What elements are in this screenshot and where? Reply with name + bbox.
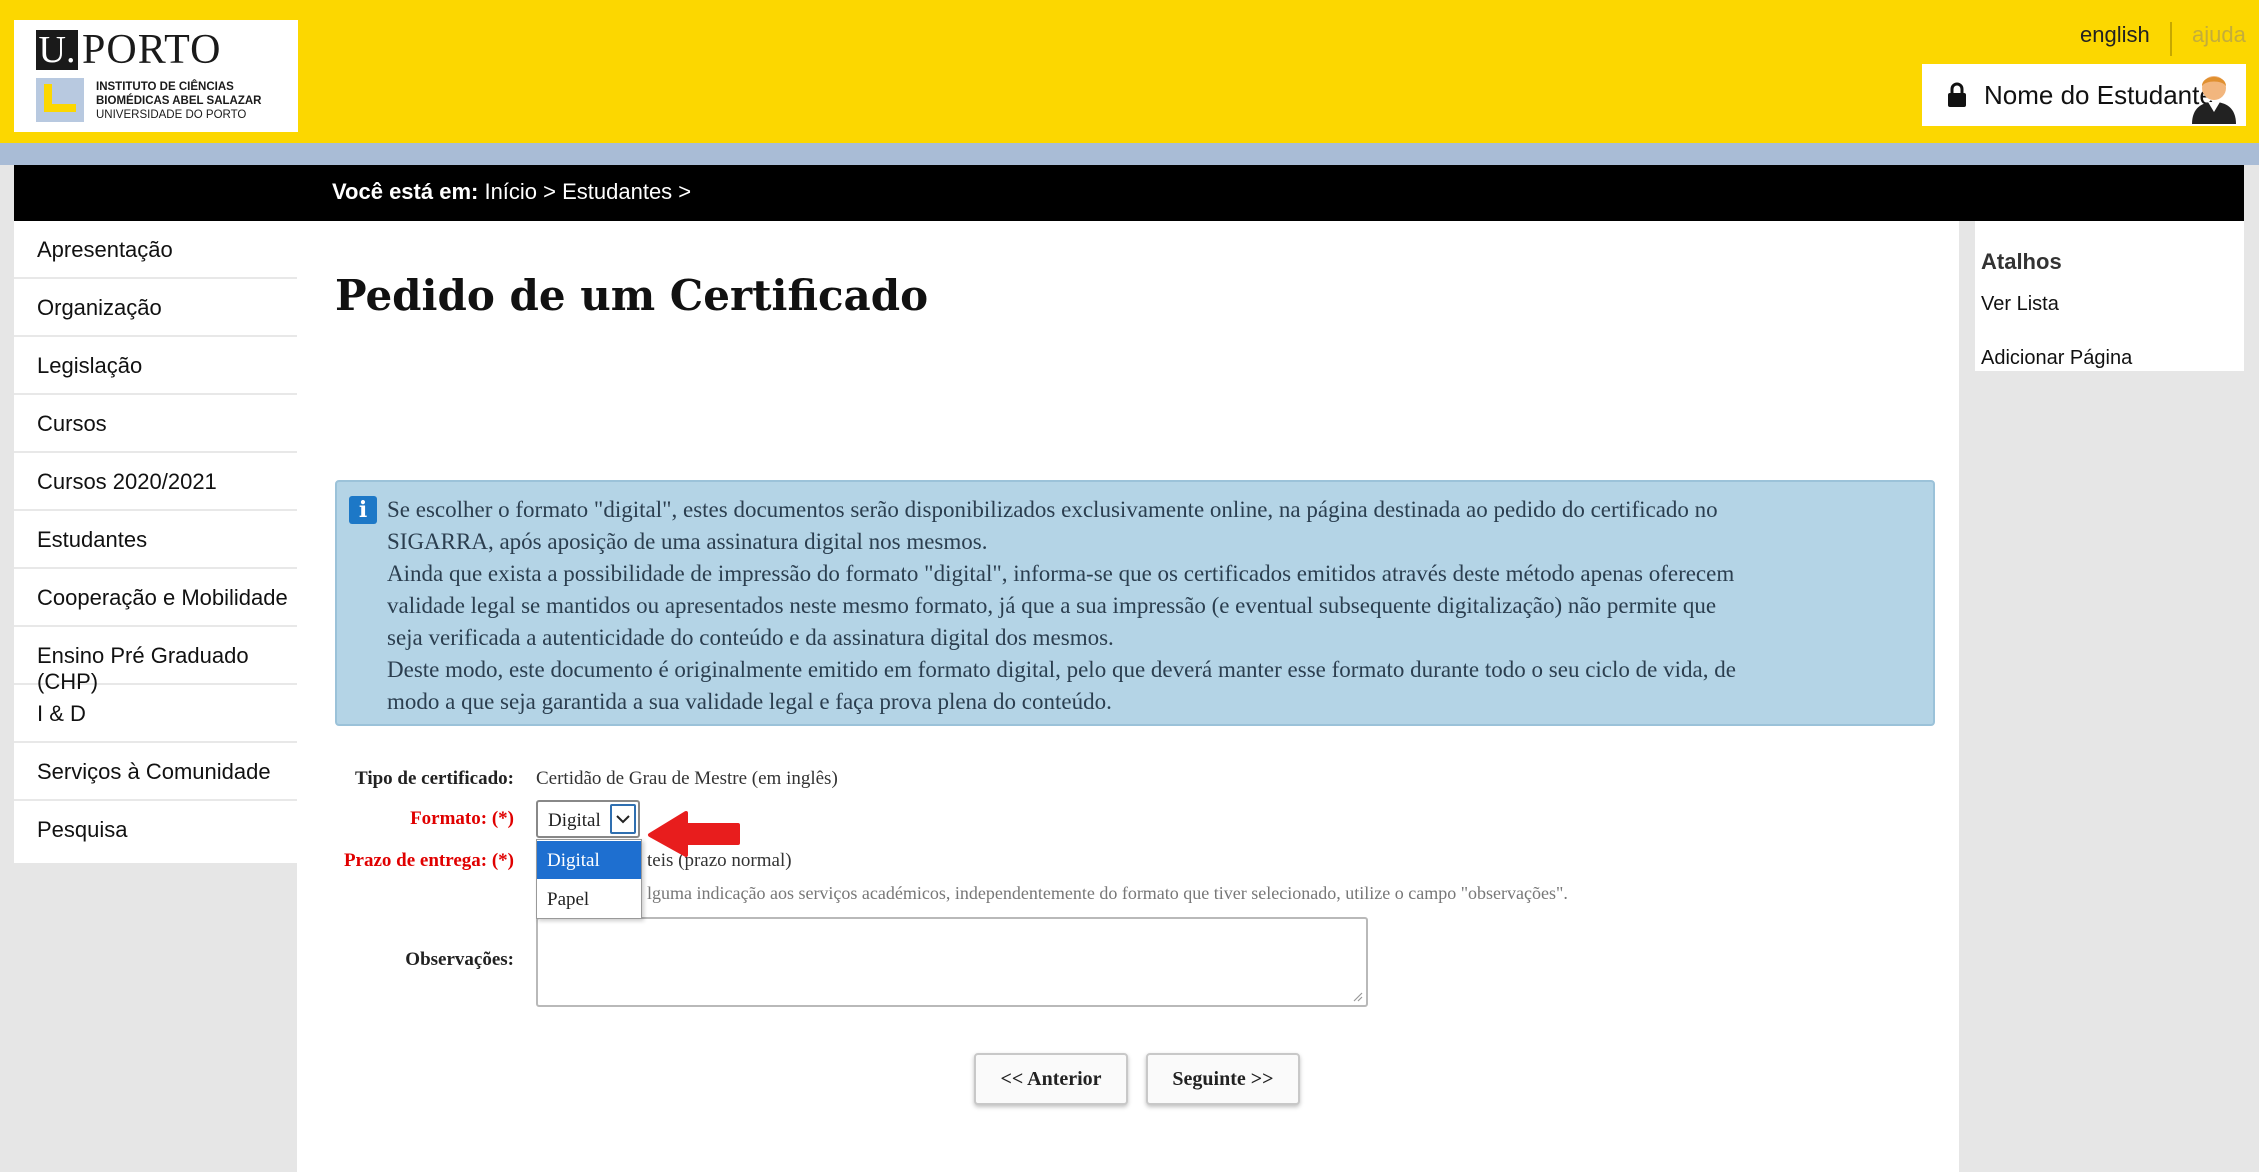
sidebar-menu: Apresentação Organização Legislação Curs…: [14, 221, 297, 863]
tipo-label: Tipo de certificado:: [354, 768, 514, 789]
breadcrumb-prefix: Você está em:: [332, 179, 479, 204]
info-line: seja verificada a autenticidade do conte…: [387, 625, 1114, 650]
sidebar-item-apresentacao[interactable]: Apresentação: [14, 221, 297, 279]
help-link[interactable]: ajuda: [2192, 22, 2246, 48]
resize-grip-icon[interactable]: [1351, 990, 1363, 1002]
info-line: modo a que seja garantida a sua validade…: [387, 689, 1112, 714]
header-strip: [0, 143, 2259, 165]
logo-mark-icon: [36, 78, 84, 122]
main-content: Pedido de um Certificado i Se escolher o…: [297, 221, 1959, 1172]
user-box[interactable]: Nome do Estudante: [1922, 64, 2246, 126]
breadcrumb-text: Você está em: Início > Estudantes >: [332, 179, 691, 205]
tipo-value: Certidão de Grau de Mestre (em inglês): [536, 768, 838, 789]
breadcrumb: Você está em: Início > Estudantes >: [14, 165, 2244, 221]
breadcrumb-path[interactable]: Início > Estudantes >: [478, 179, 691, 204]
info-line: Ainda que exista a possibilidade de impr…: [387, 561, 1735, 586]
shortcuts-heading: Atalhos: [1981, 249, 2062, 274]
english-link[interactable]: english: [2080, 22, 2150, 48]
sidebar-item-cooperacao[interactable]: Cooperação e Mobilidade: [14, 569, 297, 627]
formato-selected-value: Digital: [548, 810, 601, 831]
obs-label: Observações:: [405, 949, 514, 970]
sidebar-item-legislacao[interactable]: Legislação: [14, 337, 297, 395]
shortcuts-panel: Atalhos Ver Lista Adicionar Página: [1975, 221, 2244, 371]
logo-institute-line2: BIOMÉDICAS ABEL SALAZAR: [96, 95, 262, 107]
observacoes-textarea[interactable]: [536, 917, 1368, 1007]
sidebar-item-estudantes[interactable]: Estudantes: [14, 511, 297, 569]
sidebar-item-ensino-pre-graduado[interactable]: Ensino Pré Graduado (CHP): [14, 627, 297, 694]
prazo-label: Prazo de entrega: (*): [343, 850, 514, 871]
info-box: i Se escolher o formato "digital", estes…: [335, 480, 1935, 726]
info-icon: i: [349, 496, 377, 524]
lang-divider: [2170, 22, 2172, 56]
adicionar-pagina-link[interactable]: Adicionar Página: [1981, 347, 2132, 370]
page-title: Pedido de um Certificado: [335, 271, 929, 320]
info-line: Se escolher o formato "digital", estes d…: [387, 497, 1718, 522]
dropdown-option-papel[interactable]: Papel: [537, 880, 641, 918]
chevron-down-icon[interactable]: [610, 804, 636, 834]
next-button[interactable]: Seguinte >>: [1146, 1053, 1300, 1105]
ver-lista-link[interactable]: Ver Lista: [1981, 293, 2059, 316]
info-line: validade legal se mantidos ou apresentad…: [387, 593, 1717, 618]
avatar-icon: [2192, 76, 2236, 124]
formato-dropdown[interactable]: Digital Papel: [536, 839, 642, 919]
sidebar-item-cursos[interactable]: Cursos: [14, 395, 297, 453]
logo-institute-line1: INSTITUTO DE CIÊNCIAS: [96, 81, 234, 93]
previous-button[interactable]: << Anterior: [974, 1053, 1128, 1105]
sidebar-item-organizacao[interactable]: Organização: [14, 279, 297, 337]
user-name: Nome do Estudante: [1984, 80, 2214, 110]
formato-select[interactable]: Digital: [536, 800, 640, 838]
formato-label: Formato: (*): [410, 808, 514, 829]
sidebar-item-i-d[interactable]: I & D: [14, 685, 297, 743]
sidebar-item-cursos-2020[interactable]: Cursos 2020/2021: [14, 453, 297, 511]
institution-logo[interactable]: U. PORTO INSTITUTO DE CIÊNCIAS BIOMÉDICA…: [14, 20, 298, 132]
help-text: lguma indicação aos serviços académicos,…: [647, 883, 1568, 903]
lock-icon: [1948, 82, 1966, 107]
logo-u: U.: [36, 30, 78, 70]
logo-university: UNIVERSIDADE DO PORTO: [96, 109, 247, 121]
logo-porto: PORTO: [82, 27, 222, 73]
logo-institute: INSTITUTO DE CIÊNCIAS BIOMÉDICAS ABEL SA…: [96, 80, 296, 122]
dropdown-option-digital[interactable]: Digital: [537, 841, 641, 879]
info-line: Deste modo, este documento é originalmen…: [387, 657, 1736, 682]
info-line: SIGARRA, após aposição de uma assinatura…: [387, 529, 988, 554]
header-bar: [0, 0, 2259, 143]
red-arrow-annotation-icon: [648, 811, 740, 857]
